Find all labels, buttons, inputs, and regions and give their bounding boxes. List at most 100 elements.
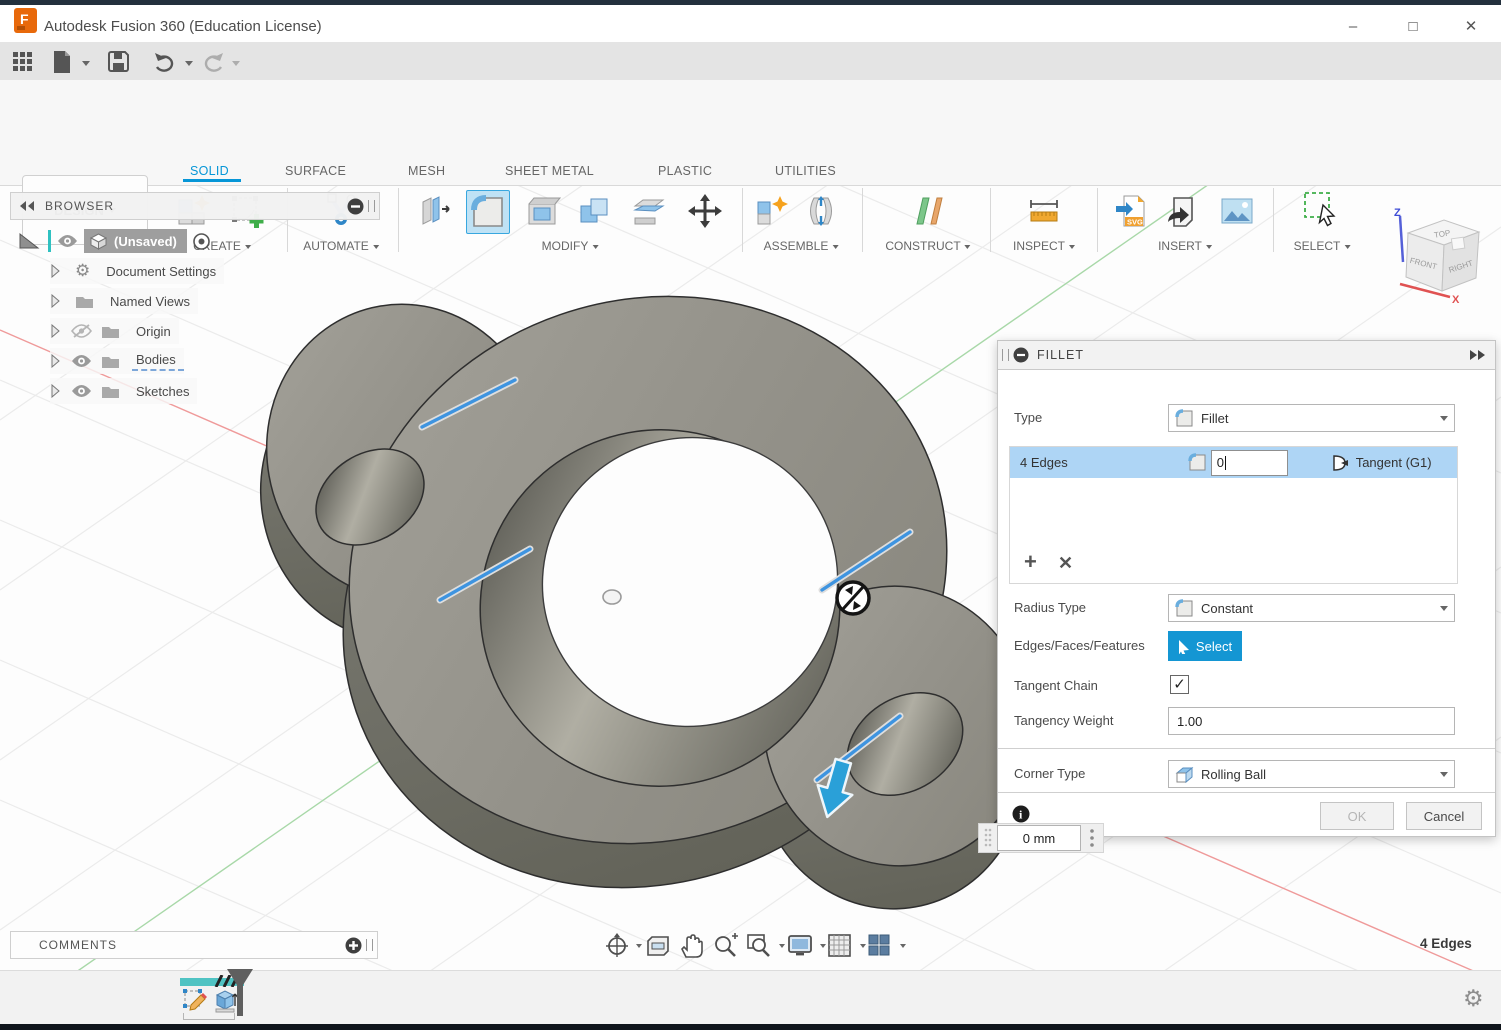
cancel-button[interactable]: Cancel bbox=[1406, 802, 1482, 830]
browser-root-row[interactable]: (Unsaved) bbox=[18, 228, 278, 254]
redo-icon[interactable] bbox=[202, 51, 225, 72]
expand-caret-icon[interactable] bbox=[50, 354, 61, 368]
display-settings-tool[interactable] bbox=[786, 932, 813, 959]
tab-plastic[interactable]: PLASTIC bbox=[658, 164, 712, 178]
ok-button-disabled[interactable]: OK bbox=[1320, 802, 1394, 830]
shell-tool[interactable] bbox=[521, 190, 563, 232]
measure-tool[interactable] bbox=[1023, 190, 1065, 232]
radius-drag-manipulator[interactable] bbox=[837, 582, 869, 614]
tangency-weight-input[interactable]: 1.00 bbox=[1168, 707, 1455, 735]
minimize-button[interactable]: – bbox=[1338, 17, 1368, 37]
viewports-tool[interactable] bbox=[866, 932, 893, 959]
browser-item-origin[interactable]: Origin bbox=[50, 318, 179, 344]
grid-snap-tool[interactable] bbox=[826, 932, 853, 959]
split-body-tool[interactable] bbox=[628, 190, 670, 232]
group-label-construct[interactable]: CONSTRUCT bbox=[885, 239, 970, 253]
group-label-inspect[interactable]: INSPECT bbox=[1013, 239, 1075, 253]
chevron-down-icon[interactable] bbox=[636, 944, 642, 948]
type-dropdown[interactable]: Fillet bbox=[1168, 404, 1455, 432]
group-label-insert[interactable]: INSERT bbox=[1158, 239, 1212, 253]
file-menu-caret-icon[interactable] bbox=[82, 61, 90, 66]
corner-type-dropdown[interactable]: Rolling Ball bbox=[1168, 760, 1455, 788]
insert-svg-tool[interactable]: SVG bbox=[1112, 190, 1154, 232]
group-label-modify[interactable]: MODIFY bbox=[542, 239, 599, 253]
radius-value-input[interactable]: 0 bbox=[1211, 450, 1288, 476]
visibility-off-eye-icon[interactable] bbox=[71, 323, 92, 339]
undo-history-caret-icon[interactable] bbox=[185, 61, 193, 66]
expand-caret-icon[interactable] bbox=[50, 294, 61, 308]
expand-caret-icon[interactable] bbox=[50, 384, 61, 398]
browser-item-document-settings[interactable]: ⚙ Document Settings bbox=[50, 258, 224, 284]
dimension-value-input[interactable]: 0 mm bbox=[997, 825, 1081, 851]
add-comment-icon[interactable] bbox=[345, 937, 362, 954]
maximize-button[interactable]: □ bbox=[1398, 17, 1428, 37]
viewcube[interactable]: TOP FRONT RIGHT Z X bbox=[1394, 207, 1479, 306]
construct-plane-tool[interactable] bbox=[907, 190, 949, 232]
tab-surface[interactable]: SURFACE bbox=[285, 164, 346, 178]
expand-caret-icon[interactable] bbox=[50, 264, 61, 278]
move-copy-tool[interactable] bbox=[684, 190, 726, 232]
radius-type-dropdown[interactable]: Constant bbox=[1168, 594, 1455, 622]
dimension-drag-handle[interactable] bbox=[981, 826, 995, 850]
fillet-dialog-header[interactable]: FILLET bbox=[998, 341, 1495, 370]
zoom-window-tool[interactable] bbox=[745, 932, 772, 959]
collapse-panel-icon[interactable] bbox=[19, 200, 35, 212]
save-icon[interactable] bbox=[108, 51, 129, 72]
browser-header[interactable]: BROWSER bbox=[10, 192, 380, 220]
panel-drag-handle[interactable] bbox=[368, 200, 375, 212]
visibility-eye-icon[interactable] bbox=[71, 384, 92, 398]
continuity-label: Tangent (G1) bbox=[1356, 455, 1432, 470]
fillet-tool-active[interactable] bbox=[466, 190, 510, 234]
info-icon[interactable]: i bbox=[1012, 805, 1030, 823]
kebab-menu-icon[interactable] bbox=[1081, 826, 1103, 850]
visibility-eye-icon[interactable] bbox=[71, 354, 92, 368]
insert-derive-tool[interactable] bbox=[1160, 190, 1202, 232]
timeline-settings-gear-icon[interactable]: ⚙ bbox=[1463, 985, 1484, 1012]
dialog-drag-handle[interactable] bbox=[1002, 349, 1009, 361]
select-tool[interactable] bbox=[1298, 190, 1340, 232]
press-pull-tool[interactable] bbox=[415, 190, 457, 232]
activate-component-radio-icon[interactable] bbox=[193, 233, 210, 250]
chevron-down-icon[interactable] bbox=[779, 944, 785, 948]
undo-icon[interactable] bbox=[153, 51, 176, 72]
group-label-assemble[interactable]: ASSEMBLE bbox=[764, 239, 839, 253]
tab-sheet-metal[interactable]: SHEET METAL bbox=[505, 164, 594, 178]
new-component-tool[interactable] bbox=[752, 190, 794, 232]
redo-history-caret-icon[interactable] bbox=[232, 61, 240, 66]
file-new-icon[interactable] bbox=[52, 50, 72, 74]
browser-item-sketches[interactable]: Sketches bbox=[50, 378, 197, 404]
browser-item-bodies[interactable]: Bodies bbox=[50, 348, 184, 374]
chevron-down-icon[interactable] bbox=[900, 944, 906, 948]
fillet-dialog: FILLET Type Fillet 4 Edges bbox=[997, 340, 1496, 837]
tab-utilities[interactable]: UTILITIES bbox=[775, 164, 836, 178]
edges-select-button[interactable]: Select bbox=[1168, 631, 1242, 661]
orbit-tool[interactable] bbox=[603, 932, 630, 959]
combine-tool[interactable] bbox=[573, 190, 615, 232]
browser-item-named-views[interactable]: Named Views bbox=[50, 288, 198, 314]
joint-tool[interactable] bbox=[800, 190, 842, 232]
minimize-panel-icon[interactable] bbox=[347, 198, 364, 215]
group-label-automate[interactable]: AUTOMATE bbox=[303, 239, 379, 253]
visibility-eye-icon[interactable] bbox=[57, 234, 78, 248]
look-at-tool[interactable] bbox=[644, 932, 671, 959]
tangent-chain-checkbox[interactable]: ✓ bbox=[1170, 675, 1189, 694]
expand-dialog-icon[interactable] bbox=[1469, 349, 1487, 361]
zoom-tool[interactable] bbox=[711, 932, 738, 959]
root-selected-chip[interactable]: (Unsaved) bbox=[84, 229, 187, 253]
text-cursor bbox=[1225, 456, 1226, 470]
expand-caret-icon[interactable] bbox=[50, 324, 61, 338]
remove-edge-set-icon[interactable]: ✕ bbox=[1058, 553, 1073, 574]
edge-set-row-selected[interactable]: 4 Edges 0 Tangent (G1) bbox=[1010, 447, 1457, 478]
tab-mesh[interactable]: MESH bbox=[408, 164, 445, 178]
apps-grid-icon[interactable] bbox=[12, 51, 34, 73]
group-label-select[interactable]: SELECT bbox=[1294, 239, 1351, 253]
insert-canvas-tool[interactable] bbox=[1216, 190, 1258, 232]
add-edge-set-icon[interactable]: + bbox=[1024, 549, 1037, 575]
panel-drag-handle[interactable] bbox=[366, 939, 373, 951]
comments-header[interactable]: COMMENTS bbox=[10, 931, 378, 959]
minimize-dialog-icon[interactable] bbox=[1013, 347, 1029, 363]
pan-tool[interactable] bbox=[678, 932, 705, 959]
tab-solid[interactable]: SOLID bbox=[190, 164, 229, 178]
origin-marker[interactable] bbox=[603, 590, 621, 604]
close-button[interactable]: ✕ bbox=[1456, 17, 1486, 37]
